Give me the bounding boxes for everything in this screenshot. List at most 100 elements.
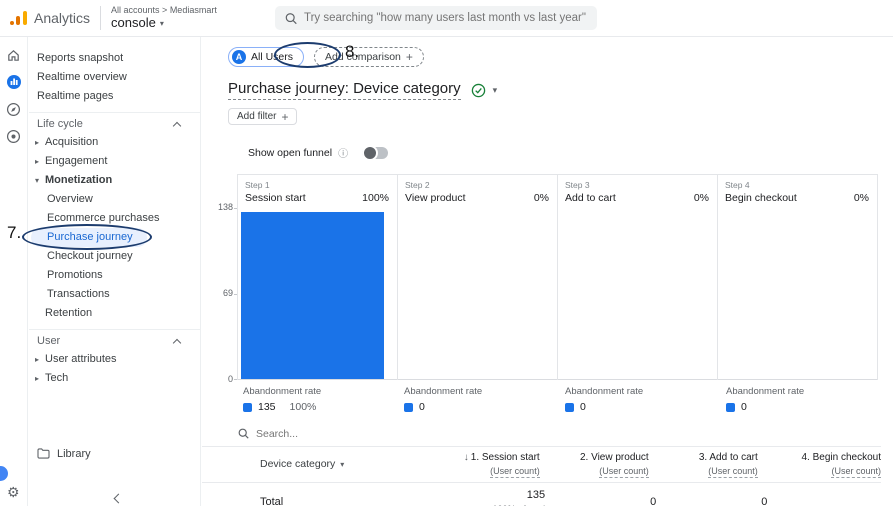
funnel-grid: Step 1 Session start 100% Step 2: [237, 174, 878, 380]
column-header-session-start[interactable]: ↓1. Session start (User count): [431, 452, 540, 476]
admin-gear-icon[interactable]: ⚙: [7, 484, 20, 501]
column-title: 4. Begin checkout: [802, 452, 882, 463]
sidebar-item-realtime-overview[interactable]: Realtime overview: [29, 68, 200, 87]
all-users-chip[interactable]: A All Users: [228, 47, 304, 67]
sidebar-section-life-cycle[interactable]: Life cycle: [29, 112, 200, 133]
step-name: Begin checkout: [725, 192, 797, 204]
item-label: Monetization: [45, 171, 112, 190]
column-header-add-to-cart[interactable]: 3. Add to cart (User count): [649, 452, 758, 476]
abandonment-row: Abandonment rate 135 100% Abandonment ra…: [238, 386, 893, 413]
sidebar-section-user[interactable]: User: [29, 329, 200, 350]
advertising-icon[interactable]: [6, 128, 22, 144]
info-icon[interactable]: ⓘ: [338, 145, 348, 160]
add-comparison-button[interactable]: Add comparison +: [314, 47, 424, 67]
analytics-logo-icon[interactable]: [10, 10, 27, 26]
logo-bar-mid: [16, 16, 20, 25]
caret-right-icon: ▸: [35, 350, 45, 369]
step-label: Step 3: [565, 180, 709, 190]
dimension-label: Device category: [260, 458, 335, 470]
account-switcher[interactable]: All accounts > Mediasmart console ▾: [111, 5, 217, 30]
table-search[interactable]: [202, 421, 881, 447]
search-bar[interactable]: [275, 6, 597, 30]
abandonment-value: 0: [741, 401, 747, 413]
step-rate: 0%: [854, 192, 869, 204]
funnel-step-header: Step 2 View product 0%: [398, 175, 557, 208]
table-total-row: Total 135 100% of total 0 0 0: [202, 483, 893, 506]
page-title[interactable]: Purchase journey: Device category: [228, 80, 461, 100]
step-rate: 0%: [534, 192, 549, 204]
sidebar-item-library[interactable]: Library: [29, 444, 200, 463]
plus-icon: +: [281, 110, 288, 124]
sidebar-item-reports-snapshot[interactable]: Reports snapshot: [29, 49, 200, 68]
abandonment-label: Abandonment rate: [726, 386, 882, 397]
abandonment-value: 0: [419, 401, 425, 413]
right-clip-mask: [881, 37, 893, 506]
explore-icon[interactable]: [6, 101, 22, 117]
step-rate: 100%: [362, 192, 389, 204]
sidebar-item-purchase-journey[interactable]: Purchase journey: [31, 228, 147, 247]
item-label: Tech: [45, 369, 68, 388]
search-icon: [238, 428, 249, 439]
column-header-view-product[interactable]: 2. View product (User count): [540, 452, 649, 476]
funnel-step-header: Step 1 Session start 100%: [238, 175, 397, 208]
sidebar-item-realtime-pages[interactable]: Realtime pages: [29, 87, 200, 106]
column-subtitle: (User count): [831, 466, 881, 478]
abandonment-label: Abandonment rate: [404, 386, 560, 397]
sidebar-item-transactions[interactable]: Transactions: [29, 285, 200, 304]
sidebar-item-monetization[interactable]: ▾ Monetization: [29, 171, 200, 190]
abandonment-cell-2: Abandonment rate 0: [399, 386, 560, 413]
abandonment-rate: 100%: [290, 401, 317, 413]
chevron-up-icon: [173, 339, 181, 347]
title-dropdown-caret-icon[interactable]: ▾: [493, 85, 498, 96]
sort-desc-icon: ↓: [464, 452, 469, 463]
sidebar-item-tech[interactable]: ▸ Tech: [29, 369, 200, 388]
step-label: Step 4: [725, 180, 869, 190]
collapse-sidebar-icon[interactable]: [114, 494, 124, 504]
abandonment-label: Abandonment rate: [243, 386, 399, 397]
caret-right-icon: ▸: [35, 133, 45, 152]
abandonment-cell-4: Abandonment rate 0: [721, 386, 882, 413]
column-title: 3. Add to cart: [699, 452, 758, 463]
total-label: Total: [202, 496, 434, 506]
funnel-plot-area: [718, 208, 877, 380]
sidebar-item-checkout-journey[interactable]: Checkout journey: [29, 247, 200, 266]
left-icon-rail: ⚙: [0, 37, 28, 506]
search-input[interactable]: [304, 12, 587, 24]
sidebar-item-user-attributes[interactable]: ▸ User attributes: [29, 350, 200, 369]
total-cell-view-product: 0: [545, 496, 656, 506]
sidebar-item-acquisition[interactable]: ▸ Acquisition: [29, 133, 200, 152]
folder-icon: [37, 448, 50, 459]
add-filter-button[interactable]: Add filter +: [228, 108, 297, 125]
column-header-begin-checkout[interactable]: 4. Begin checkout (User count): [758, 452, 881, 476]
item-label: Engagement: [45, 152, 107, 171]
open-funnel-toggle-row: Show open funnel ⓘ: [248, 145, 893, 160]
sidebar-item-overview[interactable]: Overview: [29, 190, 200, 209]
sidebar-item-engagement[interactable]: ▸ Engagement: [29, 152, 200, 171]
dimension-header-device-category[interactable]: Device category ▾: [202, 452, 431, 470]
y-axis-tick-label: 138: [204, 202, 233, 212]
open-funnel-toggle[interactable]: [362, 147, 388, 159]
column-title: 2. View product: [580, 452, 649, 463]
funnel-bar-session-start[interactable]: [241, 212, 384, 379]
column-subtitle: (User count): [708, 466, 758, 478]
step-rate: 0%: [694, 192, 709, 204]
step-name: Add to cart: [565, 192, 616, 204]
comparison-chips-row: A All Users Add comparison +: [228, 47, 893, 67]
step-name: View product: [405, 192, 466, 204]
table-search-input[interactable]: [256, 428, 436, 440]
funnel-step-column-1: Step 1 Session start 100%: [238, 175, 398, 380]
report-title-row: Purchase journey: Device category ▾: [228, 80, 893, 100]
logo-bar-tall: [23, 11, 27, 25]
sidebar-item-ecommerce-purchases[interactable]: Ecommerce purchases: [29, 209, 200, 228]
home-icon[interactable]: [6, 47, 22, 63]
funnel-step-header: Step 4 Begin checkout 0%: [718, 175, 877, 208]
logo-dot: [10, 21, 14, 25]
funnel-step-column-4: Step 4 Begin checkout 0%: [718, 175, 878, 380]
total-value: 0: [545, 496, 656, 506]
total-cell-add-to-cart: 0: [656, 496, 767, 506]
reports-icon[interactable]: [6, 74, 22, 90]
total-value: 0: [656, 496, 767, 506]
plus-icon: +: [406, 50, 413, 64]
sidebar-item-promotions[interactable]: Promotions: [29, 266, 200, 285]
sidebar-item-retention[interactable]: Retention: [29, 304, 200, 323]
